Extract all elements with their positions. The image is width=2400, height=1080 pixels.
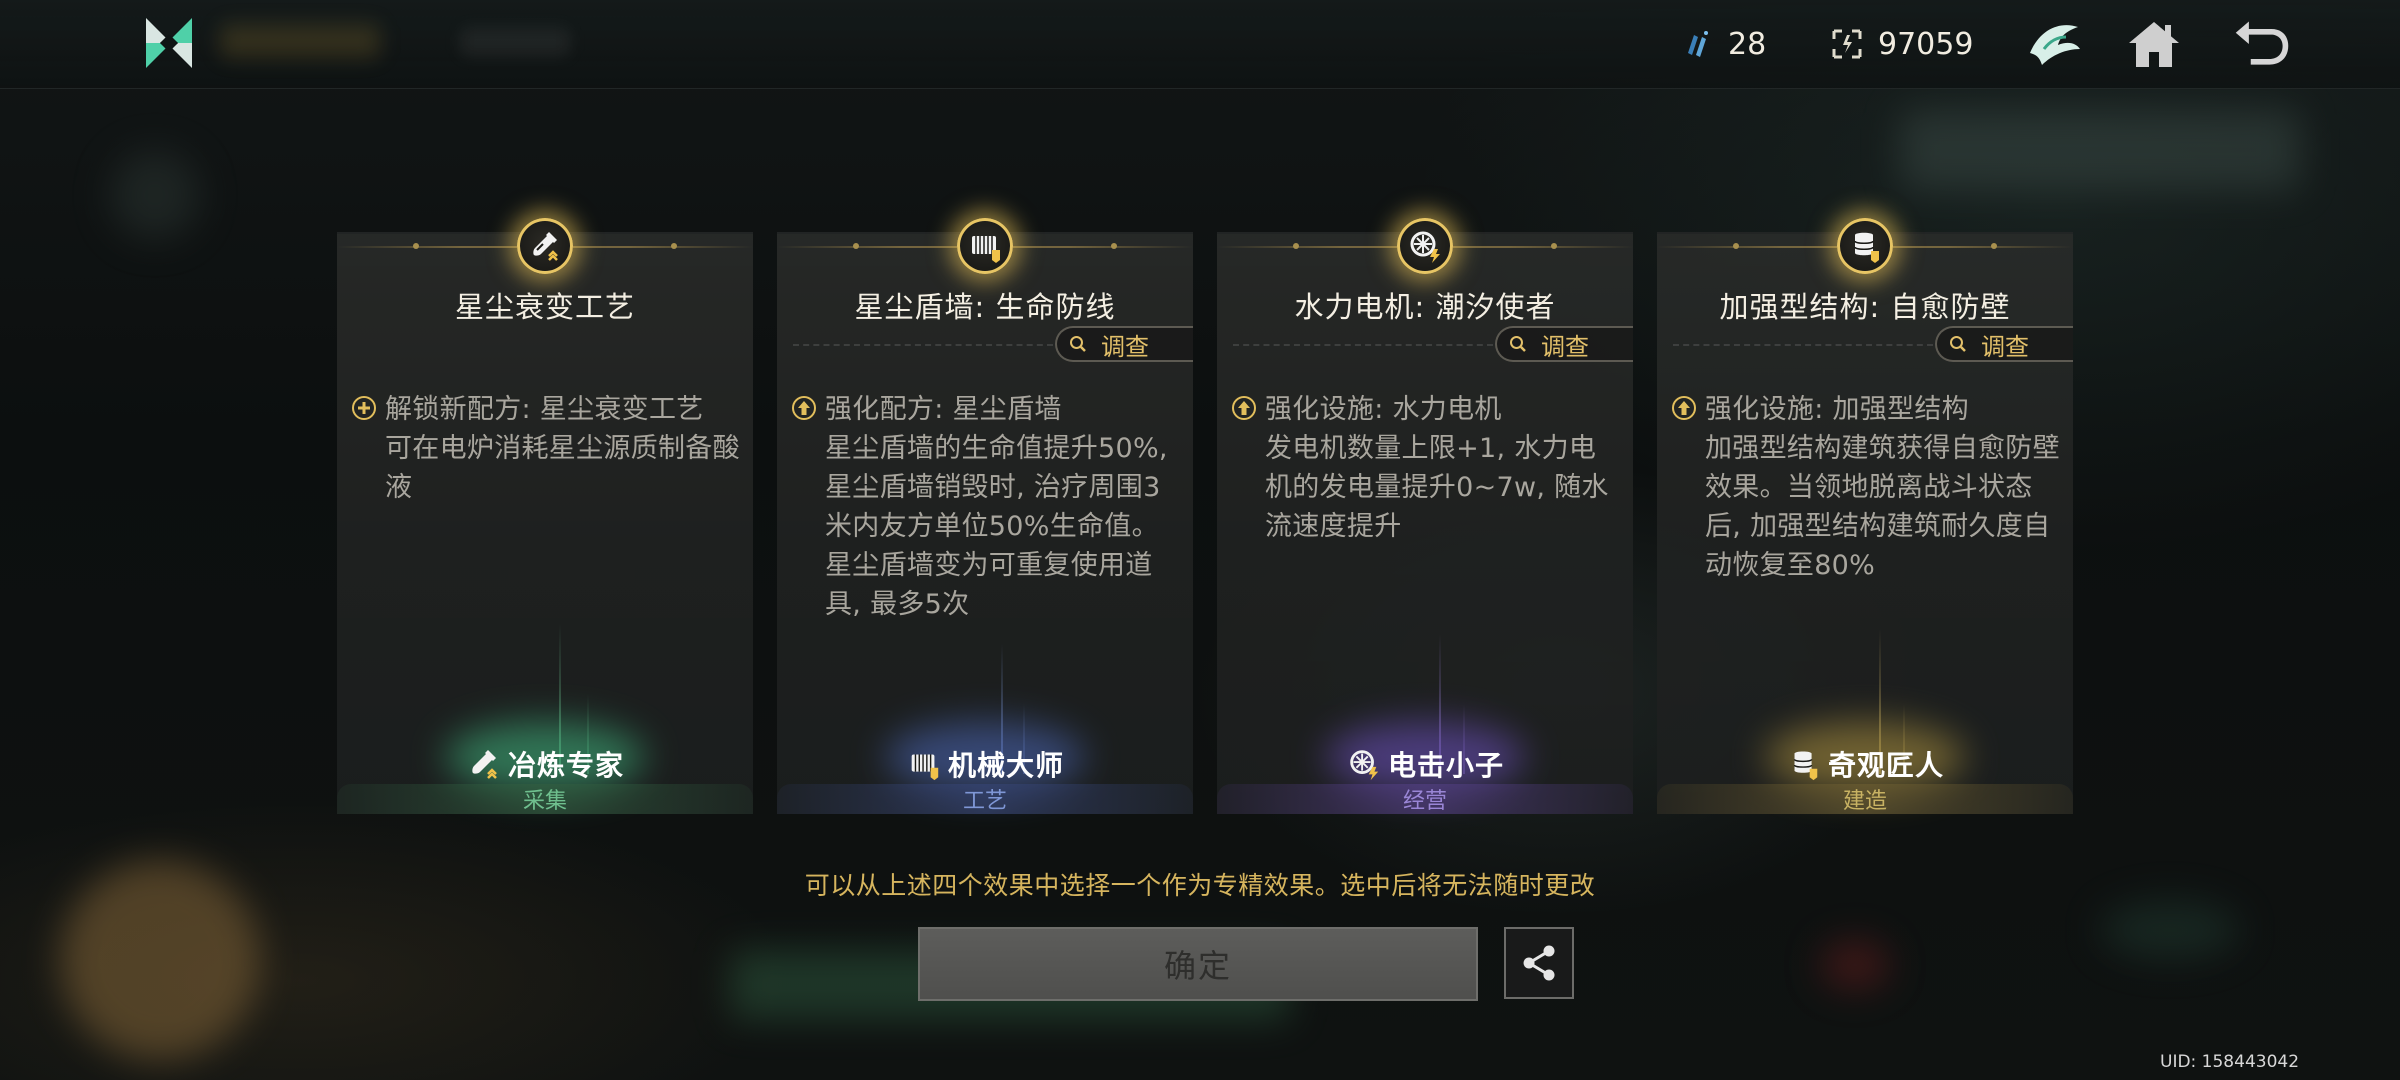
upgrade-arrow-icon	[1672, 396, 1696, 420]
blurred-title	[220, 24, 380, 58]
user-id: UID: 158443042	[2160, 1052, 2300, 1072]
category-text: 建造	[1842, 789, 1887, 814]
role-badge: 奇观匠人	[1657, 744, 2073, 784]
search-icon	[1950, 336, 1966, 352]
water-turbine-icon	[1350, 750, 1379, 781]
search-icon	[1070, 336, 1086, 352]
specialization-card-2[interactable]: 星尘盾墙: 生命防线 调查 强化配方: 星尘盾墙 星尘盾墙的生命值提升50%, …	[777, 218, 1193, 814]
divider-dot	[1733, 243, 1739, 249]
top-bar: 28 97059	[0, 0, 2400, 89]
back-button[interactable]	[2232, 14, 2292, 74]
effect-head: 强化配方: 星尘盾墙	[825, 394, 1062, 425]
emblem-icon	[2030, 25, 2080, 66]
card-emblem	[957, 218, 1013, 274]
category-label: 经营	[1217, 784, 1633, 814]
potion-icon	[472, 750, 497, 779]
role-name: 机械大师	[947, 749, 1064, 782]
role-badge: 机械大师	[777, 744, 1193, 784]
bg-blur	[2100, 900, 2240, 960]
dash-divider	[793, 344, 1053, 346]
home-button[interactable]	[2124, 14, 2184, 74]
card-title: 加强型结构: 自愈防壁	[1719, 290, 2011, 324]
back-icon	[2235, 21, 2289, 65]
shard-counter: 28	[1680, 22, 1766, 66]
coin-count: 97059	[1878, 26, 1974, 62]
specialization-card-4[interactable]: 加强型结构: 自愈防壁 调查 强化设施: 加强型结构 加强型结构建筑获得自愈防壁…	[1657, 218, 2073, 814]
card-effect: 解锁新配方: 星尘衰变工艺 可在电炉消耗星尘源质制备酸液	[351, 390, 741, 507]
card-effect: 强化设施: 加强型结构 加强型结构建筑获得自愈防壁效果。当领地脱离战斗状态后, …	[1671, 390, 2061, 585]
dash-divider	[1673, 344, 1933, 346]
role-name: 电击小子	[1387, 749, 1504, 782]
bg-blur	[1820, 940, 1890, 990]
role-badge: 电击小子	[1217, 744, 1633, 784]
shard-count: 28	[1728, 26, 1767, 62]
blurred-subtitle	[460, 28, 570, 56]
structure-icon	[1854, 232, 1879, 263]
coin-counter: 97059	[1830, 22, 1973, 66]
effect-body: 发电机数量上限+1, 水力电机的发电量提升0~7w, 随水流速度提升	[1265, 433, 1609, 542]
share-icon	[1523, 945, 1555, 981]
role-name: 冶炼专家	[507, 749, 624, 782]
investigate-button[interactable]: 调查	[1495, 326, 1633, 362]
effect-head: 解锁新配方: 星尘衰变工艺	[385, 394, 704, 425]
effect-body: 可在电炉消耗星尘源质制备酸液	[385, 433, 740, 503]
unlock-plus-icon	[352, 396, 376, 420]
card-effect: 强化设施: 水力电机 发电机数量上限+1, 水力电机的发电量提升0~7w, 随水…	[1231, 390, 1621, 546]
upgrade-arrow-icon	[1232, 396, 1256, 420]
bg-blur	[1900, 110, 2300, 190]
investigate-label: 调查	[1981, 332, 2029, 361]
share-button[interactable]	[1504, 927, 1574, 999]
role-name: 奇观匠人	[1827, 749, 1944, 782]
card-emblem	[1397, 218, 1453, 274]
divider-dot	[853, 243, 859, 249]
card-title: 星尘盾墙: 生命防线	[854, 290, 1116, 324]
card-emblem	[1837, 218, 1893, 274]
specialization-card-3[interactable]: 水力电机: 潮汐使者 调查 强化设施: 水力电机 发电机数量上限+1, 水力电机…	[1217, 218, 1633, 814]
investigate-button[interactable]: 调查	[1055, 326, 1193, 362]
divider-dot	[1551, 243, 1557, 249]
upgrade-arrow-icon	[792, 396, 816, 420]
category-label: 建造	[1657, 784, 2073, 814]
effect-head: 强化设施: 加强型结构	[1705, 394, 1969, 425]
effect-head: 强化设施: 水力电机	[1265, 394, 1502, 425]
shield-wall-icon	[911, 754, 939, 781]
search-icon	[1510, 336, 1526, 352]
potion-icon	[533, 232, 558, 261]
logo-icon	[146, 18, 192, 68]
divider-dot	[1293, 243, 1299, 249]
category-label: 工艺	[777, 784, 1193, 814]
effect-body: 星尘盾墙的生命值提升50%, 星尘盾墙销毁时, 治疗周围3米内友方单位50%生命…	[825, 433, 1168, 620]
divider-dot	[1111, 243, 1117, 249]
emblem-button[interactable]	[2024, 14, 2084, 74]
water-turbine-icon	[1410, 231, 1440, 263]
category-label: 采集	[337, 784, 753, 814]
card-title: 星尘衰变工艺	[454, 290, 635, 324]
specialization-card-1[interactable]: 星尘衰变工艺 解锁新配方: 星尘衰变工艺 可在电炉消耗星尘源质制备酸液 冶炼专家…	[337, 218, 753, 814]
shard-icon	[1688, 31, 1708, 57]
bg-blur	[110, 150, 200, 240]
confirm-button[interactable]: 确定	[918, 927, 1478, 1001]
screen: 28 97059 星尘衰变工艺 解锁新配方: 星尘衰变工艺 可在电炉消耗星尘源质…	[0, 0, 2400, 1080]
card-title: 水力电机: 潮汐使者	[1294, 290, 1556, 324]
dash-divider	[1233, 344, 1493, 346]
confirm-label: 确定	[1163, 947, 1232, 985]
investigate-button[interactable]: 调查	[1935, 326, 2073, 362]
category-text: 采集	[522, 789, 567, 814]
divider-dot	[413, 243, 419, 249]
role-badge: 冶炼专家	[337, 744, 753, 784]
effect-body: 加强型结构建筑获得自愈防壁效果。当领地脱离战斗状态后, 加强型结构建筑耐久度自动…	[1705, 433, 2060, 581]
selection-notice: 可以从上述四个效果中选择一个作为专精效果。选中后将无法随时更改	[804, 871, 1596, 900]
investigate-label: 调查	[1101, 332, 1149, 361]
card-effect: 强化配方: 星尘盾墙 星尘盾墙的生命值提升50%, 星尘盾墙销毁时, 治疗周围3…	[791, 390, 1181, 624]
card-emblem	[517, 218, 573, 274]
investigate-label: 调查	[1541, 332, 1589, 361]
divider-dot	[671, 243, 677, 249]
category-text: 工艺	[962, 789, 1007, 814]
coin-icon	[1832, 29, 1862, 59]
home-icon	[2129, 22, 2179, 67]
structure-icon	[1793, 751, 1818, 781]
category-text: 经营	[1402, 789, 1447, 814]
shield-wall-icon	[972, 236, 1000, 263]
divider-dot	[1991, 243, 1997, 249]
